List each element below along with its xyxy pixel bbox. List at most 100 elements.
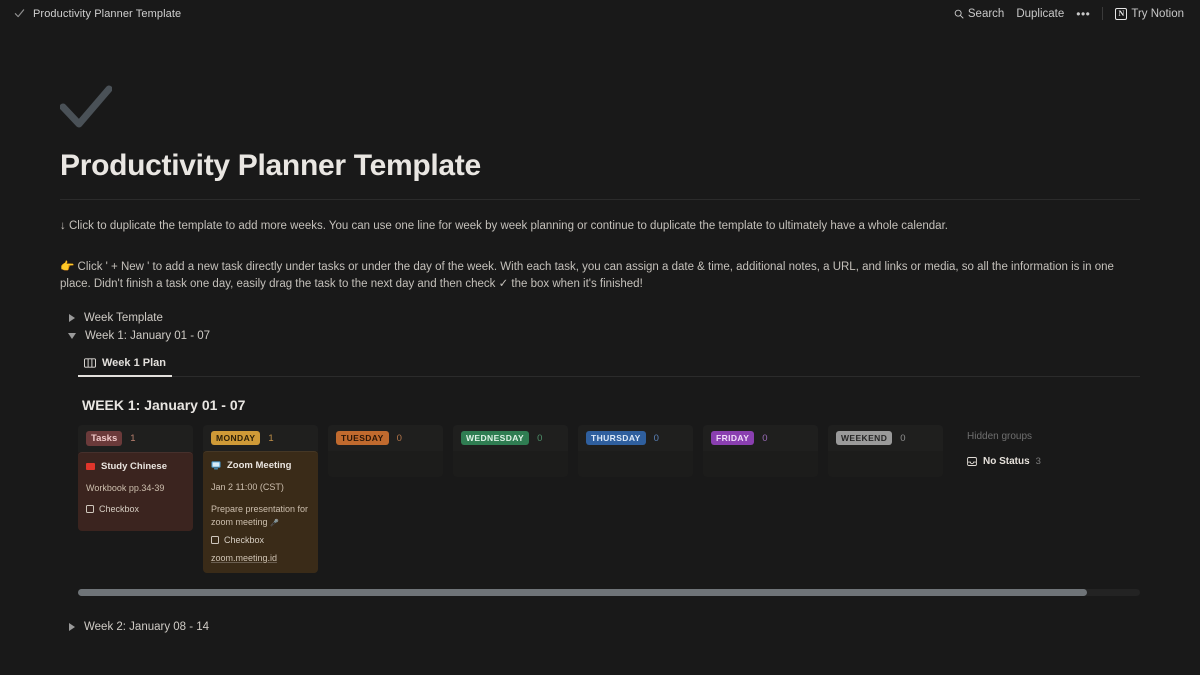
intro-paragraph-1: ↓ Click to duplicate the template to add… [60,218,1140,235]
board-column-tuesday: TUESDAY 0 [328,425,443,477]
search-label: Search [968,8,1004,20]
board-column-weekend: WEEKEND 0 [828,425,943,477]
card-note-study-chinese: Workbook pp.34-39 [86,482,185,495]
card-checkbox-row[interactable]: Checkbox [86,504,185,514]
check-icon [14,8,25,19]
checkmark-icon [60,85,112,129]
week-1-database: Week 1 Plan WEEK 1: January 01 - 07 Task… [60,353,1140,596]
toggle-week-2[interactable]: Week 2: January 08 - 14 [60,618,1140,636]
intro-paragraph-2-text: Click ' + New ' to add a new task direct… [60,261,1114,290]
hidden-group-label: No Status [983,456,1030,467]
search-button[interactable]: Search [954,8,1004,20]
column-tag-monday: MONDAY [211,431,260,445]
microphone-icon: 🎤 [270,520,279,527]
column-count-monday: 1 [268,433,273,444]
more-options-button[interactable]: ••• [1076,7,1090,21]
card-checkbox-row[interactable]: Checkbox [211,535,310,545]
board-title: WEEK 1: January 01 - 07 [82,397,1140,413]
chevron-down-icon[interactable] [68,333,76,339]
top-bar: Productivity Planner Template Search Dup… [0,0,1200,27]
board-horizontal-scrollbar[interactable] [78,589,1140,596]
card-title-row: Study Chinese [86,461,185,472]
board-icon [84,358,96,368]
column-body-tuesday [328,451,443,477]
duplicate-button[interactable]: Duplicate [1016,8,1064,20]
column-count-wednesday: 0 [537,433,542,444]
view-tab-bar: Week 1 Plan [78,353,1140,377]
page-hero-icon[interactable] [60,85,1140,129]
try-notion-button[interactable]: N Try Notion [1115,8,1184,20]
board-column-tasks: Tasks 1 Study Chinese Workbook pp.34-39 [78,425,193,531]
hidden-groups-panel: Hidden groups No Status 3 [967,425,1041,467]
toggle-week-template-label: Week Template [84,312,163,324]
try-notion-label: Try Notion [1131,8,1184,20]
column-tag-wednesday: WEDNESDAY [461,431,529,445]
notion-logo-icon: N [1115,8,1127,20]
card-date-zoom-meeting: Jan 2 11:00 (CST) [211,481,310,494]
column-header-tuesday[interactable]: TUESDAY 0 [328,425,443,451]
chevron-right-icon[interactable] [69,623,75,631]
column-tag-thursday: THURSDAY [586,431,646,445]
column-tag-weekend: WEEKEND [836,431,892,445]
toggle-week-template-block: Week Template [60,309,1140,327]
board-column-thursday: THURSDAY 0 [578,425,693,477]
toggle-week-1-label: Week 1: January 01 - 07 [85,330,210,342]
column-count-tuesday: 0 [397,433,402,444]
breadcrumb[interactable]: Productivity Planner Template [14,8,181,20]
card-zoom-meeting[interactable]: Zoom Meeting Jan 2 11:00 (CST) Prepare p… [203,451,318,573]
column-body-wednesday [453,451,568,477]
card-link-zoom-meeting[interactable]: zoom.meeting.id [211,553,277,563]
column-header-thursday[interactable]: THURSDAY 0 [578,425,693,451]
column-count-weekend: 0 [900,433,905,444]
tab-week-1-plan-label: Week 1 Plan [102,357,166,369]
column-header-tasks[interactable]: Tasks 1 [78,425,193,452]
card-study-chinese[interactable]: Study Chinese Workbook pp.34-39 Checkbox [78,452,193,531]
card-note-text: Prepare presentation for zoom meeting [211,504,308,527]
column-tag-tasks: Tasks [86,431,122,446]
card-title-text: Study Chinese [101,461,167,472]
column-count-thursday: 0 [654,433,659,444]
column-body-tasks: Study Chinese Workbook pp.34-39 Checkbox [78,452,193,531]
column-header-weekend[interactable]: WEEKEND 0 [828,425,943,451]
column-tag-friday: FRIDAY [711,431,754,445]
board-column-friday: FRIDAY 0 [703,425,818,477]
page-title: Productivity Planner Template [60,149,1140,183]
scrollbar-thumb[interactable] [78,589,1087,596]
board-columns: Tasks 1 Study Chinese Workbook pp.34-39 [78,425,1140,573]
column-body-thursday [578,451,693,477]
checkbox-icon[interactable] [211,536,219,544]
toggle-week-template[interactable]: Week Template [60,309,1140,327]
monitor-icon [211,461,221,470]
card-title-text: Zoom Meeting [227,460,291,471]
column-header-monday[interactable]: MONDAY 1 [203,425,318,451]
duplicate-label: Duplicate [1016,8,1064,20]
page-content: Productivity Planner Template ↓ Click to… [0,85,1200,636]
hidden-group-count: 3 [1036,456,1041,467]
board-column-wednesday: WEDNESDAY 0 [453,425,568,477]
column-header-friday[interactable]: FRIDAY 0 [703,425,818,451]
toolbar-divider [1102,7,1103,20]
top-bar-actions: Search Duplicate ••• N Try Notion [954,7,1190,21]
checkbox-label: Checkbox [99,504,139,514]
toggle-week-1-block: Week 1: January 01 - 07 Week 1 Plan WEEK… [60,327,1140,596]
title-divider [60,199,1140,200]
card-note-zoom-meeting: Prepare presentation for zoom meeting 🎤 [211,503,310,530]
column-tag-tuesday: TUESDAY [336,431,389,445]
hidden-group-no-status[interactable]: No Status 3 [967,456,1041,467]
toggle-week-1[interactable]: Week 1: January 01 - 07 [60,327,1140,345]
red-square-icon [86,463,95,470]
chevron-right-icon[interactable] [69,314,75,322]
checkbox-icon[interactable] [86,505,94,513]
column-count-tasks: 1 [130,433,135,444]
column-count-friday: 0 [762,433,767,444]
toggle-week-2-label: Week 2: January 08 - 14 [84,621,209,633]
column-body-friday [703,451,818,477]
column-header-wednesday[interactable]: WEDNESDAY 0 [453,425,568,451]
card-title-row: Zoom Meeting [211,460,310,471]
tab-week-1-plan[interactable]: Week 1 Plan [78,353,172,377]
intro-paragraph-2: 👉 Click ' + New ' to add a new task dire… [60,259,1140,293]
hidden-groups-title: Hidden groups [967,431,1041,442]
toggle-week-2-block: Week 2: January 08 - 14 [60,618,1140,636]
breadcrumb-title[interactable]: Productivity Planner Template [33,8,181,20]
pointing-hand-icon: 👉 [60,261,74,273]
